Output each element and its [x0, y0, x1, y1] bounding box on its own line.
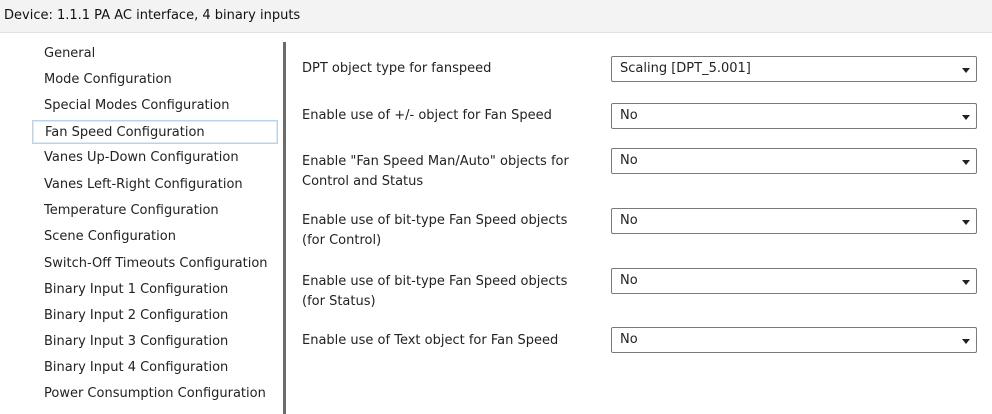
panel-splitter[interactable] [283, 42, 286, 414]
param-label: Enable use of Text object for Fan Speed [302, 333, 559, 348]
sidebar-item-binary-input-1-configuration[interactable]: Binary Input 1 Configuration [32, 278, 278, 302]
sidebar-item-general[interactable]: General [32, 42, 278, 66]
select-value: No [620, 213, 638, 228]
man-auto-objects-select[interactable]: No [611, 148, 977, 174]
sidebar-item-vanes-left-right-configuration[interactable]: Vanes Left-Right Configuration [32, 173, 278, 197]
select-value: No [620, 332, 638, 347]
param-label: Enable use of bit-type Fan Speed objects… [302, 274, 568, 309]
param-label: Enable use of bit-type Fan Speed objects… [302, 213, 568, 248]
chevron-down-icon [962, 280, 970, 285]
chevron-down-icon [962, 68, 970, 73]
sidebar-item-fan-speed-configuration[interactable]: Fan Speed Configuration [32, 120, 278, 144]
text-object-select[interactable]: No [611, 327, 977, 353]
param-label: Enable use of +/- object for Fan Speed [302, 108, 552, 123]
chevron-down-icon [962, 160, 970, 165]
select-value: Scaling [DPT_5.001] [620, 61, 751, 76]
sidebar: General Mode Configuration Special Modes… [32, 42, 278, 414]
sidebar-item-temperature-configuration[interactable]: Temperature Configuration [32, 199, 278, 223]
sidebar-item-scene-configuration[interactable]: Scene Configuration [32, 225, 278, 249]
device-title: Device: 1.1.1 PA AC interface, 4 binary … [4, 8, 301, 23]
bit-type-control-select[interactable]: No [611, 208, 977, 234]
plus-minus-object-select[interactable]: No [611, 103, 977, 129]
device-title-bar: Device: 1.1.1 PA AC interface, 4 binary … [0, 0, 992, 33]
param-label: DPT object type for fanspeed [302, 61, 492, 76]
sidebar-item-power-consumption-configuration[interactable]: Power Consumption Configuration [32, 382, 278, 406]
sidebar-item-vanes-up-down-configuration[interactable]: Vanes Up-Down Configuration [32, 146, 278, 170]
chevron-down-icon [962, 339, 970, 344]
dpt-fanspeed-select[interactable]: Scaling [DPT_5.001] [611, 56, 977, 82]
chevron-down-icon [962, 220, 970, 225]
sidebar-item-binary-input-4-configuration[interactable]: Binary Input 4 Configuration [32, 356, 278, 380]
select-value: No [620, 108, 638, 123]
select-value: No [620, 153, 638, 168]
sidebar-item-binary-input-2-configuration[interactable]: Binary Input 2 Configuration [32, 304, 278, 328]
sidebar-item-switch-off-timeouts-configuration[interactable]: Switch-Off Timeouts Configuration [32, 252, 278, 276]
sidebar-item-mode-configuration[interactable]: Mode Configuration [32, 68, 278, 92]
param-label: Enable "Fan Speed Man/Auto" objects for … [302, 154, 569, 189]
sidebar-item-binary-input-3-configuration[interactable]: Binary Input 3 Configuration [32, 330, 278, 354]
chevron-down-icon [962, 115, 970, 120]
bit-type-status-select[interactable]: No [611, 268, 977, 294]
sidebar-item-special-modes-configuration[interactable]: Special Modes Configuration [32, 94, 278, 118]
select-value: No [620, 273, 638, 288]
